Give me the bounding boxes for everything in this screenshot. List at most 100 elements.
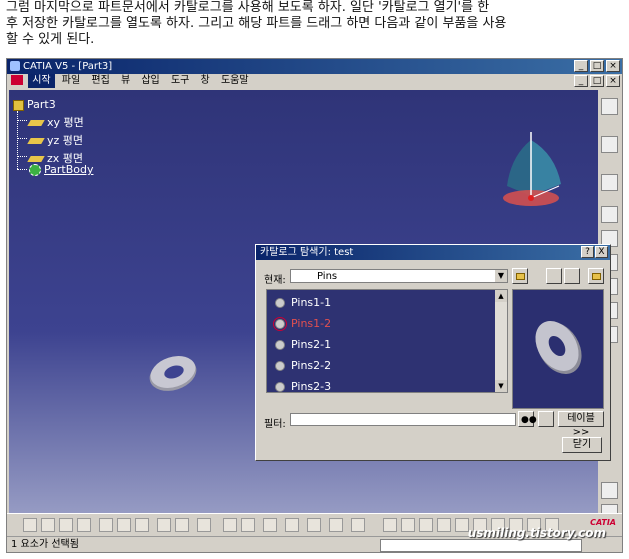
cut-icon[interactable] [99,518,113,532]
washer-part[interactable] [147,352,203,394]
washer-preview [535,320,582,375]
menu-file[interactable]: 파일 [58,74,84,88]
scroll-up-icon[interactable]: ▲ [495,290,507,302]
select-icon[interactable] [601,136,618,153]
tree-item-partbody[interactable]: PartBody [29,163,93,176]
properties-icon[interactable] [263,518,277,532]
sketch-icon[interactable] [601,174,618,191]
plane-icon [27,156,45,162]
dialog-titlebar: 카탈로그 탐색기: test ? X [256,245,610,260]
table-button[interactable]: 테이블>> [558,411,604,438]
filter-label: 필터: [264,419,286,430]
folder-open-icon [592,273,601,280]
menubar: 시작 파일 편집 뷰 삽입 도구 창 도움말 [7,74,622,88]
doc-restore-button[interactable]: □ [590,75,604,87]
catia-logo-icon [11,75,23,85]
undo-icon[interactable] [157,518,171,532]
maximize-button[interactable]: □ [590,60,604,72]
binoculars-button[interactable]: ●● [518,411,537,427]
folder-icon [516,273,525,280]
gear-icon [29,164,41,176]
comment-icon[interactable] [241,518,255,532]
knowledge-icon[interactable] [329,518,343,532]
table-icon[interactable] [285,518,299,532]
list-scrollbar[interactable]: ▲ ▼ [495,290,507,392]
filter-input[interactable] [290,413,516,426]
fit-all-icon[interactable] [401,518,415,532]
part-icon [275,361,285,371]
measure-icon[interactable] [601,482,618,499]
dialog-close-x-button[interactable]: X [595,246,608,258]
workbench-icon[interactable] [601,98,618,115]
pad-icon[interactable] [601,206,618,223]
plane-icon [27,138,45,144]
dialog-title: 카탈로그 탐색기: test [260,247,354,258]
menu-edit[interactable]: 편집 [87,74,113,88]
article-line: 할 수 있게 된다. [6,32,95,47]
query-button[interactable] [538,411,554,427]
menu-insert[interactable]: 삽입 [137,74,163,88]
tree-item-yz-plane[interactable]: yz 평면 [27,132,83,148]
plane-icon [27,120,45,126]
tree-root[interactable]: Part3 [13,98,56,111]
current-chapter-select[interactable]: Pins ▼ [290,269,508,283]
part-icon [273,317,287,331]
menu-start[interactable]: 시작 [28,74,55,88]
doc-minimize-button[interactable]: _ [574,75,588,87]
new-file-icon[interactable] [23,518,37,532]
list-item[interactable]: Pins2-1 [275,338,331,351]
preview-pane [512,289,604,409]
close-dialog-button[interactable]: 닫기 [562,437,602,453]
tree-icon[interactable] [307,518,321,532]
open-file-icon[interactable] [41,518,55,532]
doc-close-button[interactable]: × [606,75,620,87]
minimize-button[interactable]: _ [574,60,588,72]
pan-icon[interactable] [419,518,433,532]
list-view-button[interactable] [546,268,562,284]
window-titlebar: CATIA V5 - [Part3] _ □ × [7,59,622,74]
paste-icon[interactable] [135,518,149,532]
part-icon [275,382,285,392]
dialog-help-button[interactable]: ? [581,246,594,258]
formula-icon[interactable] [223,518,237,532]
list-item-selected[interactable]: Pins1-2 [273,317,331,331]
detail-view-button[interactable] [564,268,580,284]
help-icon[interactable] [197,518,211,532]
list-item[interactable]: Pins1-1 [275,296,331,309]
tree-item-xy-plane[interactable]: xy 평면 [27,114,84,130]
article-text: 그럼 마지막으로 파트문서에서 카탈로그를 사용해 보도록 하자. 일단 '카탈… [6,0,628,48]
save-icon[interactable] [59,518,73,532]
article-line: 그럼 마지막으로 파트문서에서 카탈로그를 사용해 보도록 하자. 일단 '카탈… [6,0,490,15]
menu-help[interactable]: 도움말 [217,74,253,88]
article-line: 후 저장한 카탈로그를 열도록 하자. 그리고 해당 파트를 드래그 하면 다음… [6,16,507,31]
copy-icon[interactable] [117,518,131,532]
scroll-down-icon[interactable]: ▼ [495,380,507,392]
window-title: CATIA V5 - [Part3] [23,61,113,72]
fly-mode-icon[interactable] [383,518,397,532]
app-icon [10,61,20,71]
menu-window[interactable]: 창 [197,74,214,88]
current-label: 현재: [264,275,286,286]
list-item[interactable]: Pins2-3 [275,380,331,393]
menu-tools[interactable]: 도구 [167,74,193,88]
folder-up-button[interactable] [512,268,528,284]
redo-icon[interactable] [175,518,189,532]
status-text: 1 요소가 선택됨 [11,539,79,550]
part-icon [275,298,285,308]
catalog-browser-dialog: 카탈로그 탐색기: test ? X 현재: Pins ▼ Pins1-1 Pi… [255,244,611,461]
list-item[interactable]: Pins2-2 [275,359,331,372]
print-icon[interactable] [77,518,91,532]
part-icon [13,99,24,111]
compass-icon[interactable] [495,126,575,216]
chevron-down-icon: ▼ [495,270,507,282]
analysis-icon[interactable] [351,518,365,532]
part-icon [275,340,285,350]
command-input[interactable] [380,539,582,552]
menu-view[interactable]: 뷰 [117,74,134,88]
binoculars-icon: ●● [521,415,537,425]
catalog-item-list: Pins1-1 Pins1-2 Pins2-1 Pins2-2 Pins2-3 … [266,289,508,393]
close-button[interactable]: × [606,60,620,72]
watermark: usmiling.tistory.com [467,526,606,540]
rotate-icon[interactable] [437,518,451,532]
open-catalog-button[interactable] [588,268,604,284]
